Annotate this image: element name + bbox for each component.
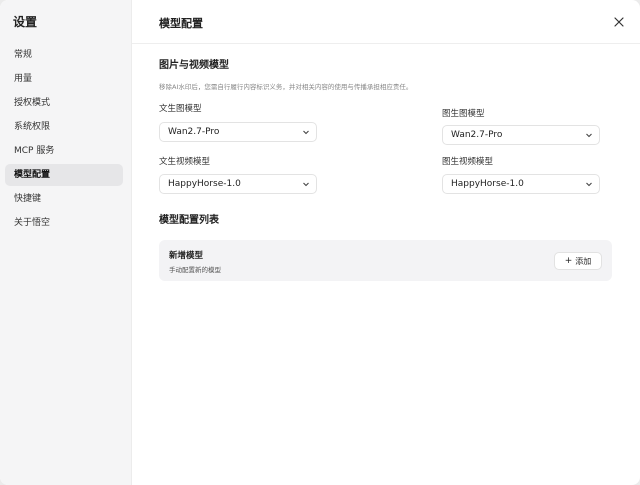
add-model-subtitle: 手动配置新的模型 <box>169 266 221 274</box>
sidebar-item-mcp-service[interactable]: MCP 服务 <box>5 140 123 162</box>
plus-icon: + <box>564 256 573 266</box>
text-to-video-value: HappyHorse-1.0 <box>168 179 241 189</box>
sidebar-item-system-permissions[interactable]: 系统权限 <box>5 116 123 138</box>
add-button-label: 添加 <box>575 256 592 266</box>
page-title: 模型配置 <box>159 17 203 30</box>
close-button[interactable] <box>610 13 628 31</box>
section-description: 移除AI水印后，您需自行履行内容标识义务，并对相关内容的使用与传播承担相应责任。 <box>159 83 413 91</box>
sidebar-item-model-config[interactable]: 模型配置 <box>5 164 123 186</box>
sidebar-item-shortcuts[interactable]: 快捷键 <box>5 188 123 210</box>
sidebar-item-general[interactable]: 常规 <box>5 44 123 66</box>
sidebar-item-usage[interactable]: 用量 <box>5 68 123 90</box>
chevron-down-icon <box>586 182 592 187</box>
image-to-image-value: Wan2.7-Pro <box>451 130 503 140</box>
sidebar-nav: 常规 用量 授权模式 系统权限 MCP 服务 模型配置 快捷键 关于悟空 <box>5 44 123 236</box>
settings-window: 设置 常规 用量 授权模式 系统权限 MCP 服务 模型配置 快捷键 关于悟空 … <box>0 0 640 485</box>
text-to-image-label: 文生图模型 <box>159 104 202 114</box>
image-to-video-value: HappyHorse-1.0 <box>451 179 524 189</box>
add-model-button[interactable]: + 添加 <box>554 252 602 270</box>
section-title-image-video: 图片与视频模型 <box>159 60 229 71</box>
text-to-image-select[interactable]: Wan2.7-Pro <box>159 122 317 142</box>
image-to-image-select[interactable]: Wan2.7-Pro <box>442 125 600 145</box>
add-model-card: 新增模型 手动配置新的模型 + 添加 <box>159 240 612 281</box>
model-list-title: 模型配置列表 <box>159 215 219 226</box>
close-icon <box>614 17 624 27</box>
sidebar-item-authorization-mode[interactable]: 授权模式 <box>5 92 123 114</box>
chevron-down-icon <box>303 130 309 135</box>
chevron-down-icon <box>586 133 592 138</box>
sidebar-item-about[interactable]: 关于悟空 <box>5 212 123 234</box>
add-model-title: 新增模型 <box>169 251 204 261</box>
sidebar-title: 设置 <box>13 15 38 29</box>
text-to-video-label: 文生视频模型 <box>159 157 211 167</box>
image-to-video-label: 图生视频模型 <box>442 157 494 167</box>
chevron-down-icon <box>303 182 309 187</box>
sidebar: 设置 常规 用量 授权模式 系统权限 MCP 服务 模型配置 快捷键 关于悟空 <box>0 0 132 485</box>
main-content: 图片与视频模型 移除AI水印后，您需自行履行内容标识义务，并对相关内容的使用与传… <box>159 56 614 281</box>
text-to-video-select[interactable]: HappyHorse-1.0 <box>159 174 317 194</box>
header: 模型配置 <box>132 0 640 44</box>
image-to-image-label: 图生图模型 <box>442 109 485 119</box>
image-to-video-select[interactable]: HappyHorse-1.0 <box>442 174 600 194</box>
text-to-image-value: Wan2.7-Pro <box>168 127 220 137</box>
